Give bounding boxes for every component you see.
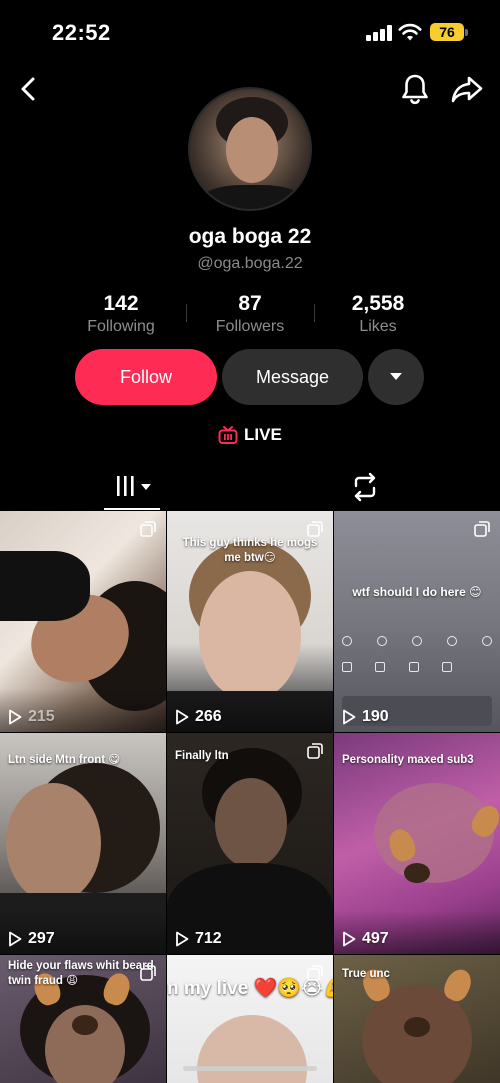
bell-icon[interactable] xyxy=(400,72,430,106)
live-label: LIVE xyxy=(244,425,282,444)
message-button[interactable]: Message xyxy=(222,349,363,405)
view-count: 266 xyxy=(175,708,222,726)
back-button[interactable] xyxy=(14,74,42,104)
display-name: oga boga 22 xyxy=(188,225,312,248)
view-count: 297 xyxy=(8,930,55,948)
view-count-value: 297 xyxy=(28,930,55,947)
video-caption: Personality maxed sub3 xyxy=(342,754,474,766)
tab-videos[interactable] xyxy=(104,464,160,510)
view-count-value: 190 xyxy=(362,708,389,725)
stat-likes-label: Likes xyxy=(359,318,397,335)
status-bar: 22:52 76 xyxy=(0,0,500,66)
multi-photo-icon xyxy=(307,965,323,981)
video-tile[interactable]: This guy thinks he mogs me btw😏 266 xyxy=(167,511,333,732)
avatar-shirt xyxy=(200,185,304,209)
video-tile[interactable]: Personality maxed sub3 497 xyxy=(334,733,500,954)
tile-shirt xyxy=(0,551,90,621)
repost-icon[interactable] xyxy=(350,470,380,504)
play-icon xyxy=(343,709,356,725)
dog-filter-nose xyxy=(404,1017,430,1037)
stat-followers[interactable]: 87 Followers xyxy=(185,292,315,336)
stat-following-label: Following xyxy=(87,318,155,335)
caret-down-icon xyxy=(390,373,402,380)
avatar[interactable] xyxy=(188,87,312,211)
video-caption: Finally ltn xyxy=(175,750,229,762)
dog-filter-nose xyxy=(404,863,430,883)
signal-icon xyxy=(366,25,392,41)
video-tile[interactable]: Ltn side Mtn front 😋 297 xyxy=(0,733,166,954)
home-indicator xyxy=(183,1066,317,1071)
view-count-value: 497 xyxy=(362,930,389,947)
battery-cap xyxy=(465,29,468,36)
view-count: 190 xyxy=(342,708,389,726)
view-count-value: 712 xyxy=(195,930,222,947)
wifi-icon xyxy=(398,23,422,41)
view-count: 712 xyxy=(175,930,222,948)
video-tile[interactable]: True unc xyxy=(334,955,500,1083)
stat-likes-value: 2,558 xyxy=(351,292,405,315)
live-link[interactable]: LIVE xyxy=(218,422,282,448)
video-tile[interactable]: 215 xyxy=(0,511,166,732)
video-caption: True unc xyxy=(342,968,390,980)
avatar-face xyxy=(226,117,278,183)
view-count-value: 266 xyxy=(195,708,222,725)
play-icon xyxy=(9,931,22,947)
multi-photo-icon xyxy=(307,743,323,759)
view-count-value: 215 xyxy=(28,708,55,725)
tile-face xyxy=(199,571,301,701)
view-count: 497 xyxy=(342,930,389,948)
dog-filter-nose xyxy=(72,1015,98,1035)
stat-followers-label: Followers xyxy=(215,318,285,335)
battery-level: 76 xyxy=(430,23,464,41)
play-icon xyxy=(176,709,189,725)
video-caption: Ltn side Mtn front 😋 xyxy=(8,754,121,766)
multi-photo-icon xyxy=(140,521,156,537)
video-tile[interactable]: n my live ❤️🥺😭💪 xyxy=(167,955,333,1083)
tv-icon xyxy=(218,426,238,444)
profile-tabs xyxy=(0,464,500,510)
more-options-button[interactable] xyxy=(368,349,424,405)
tab-indicator xyxy=(104,508,160,510)
tile-face xyxy=(197,1015,307,1083)
video-caption: This guy thinks he mogs me btw😏 xyxy=(182,537,318,564)
share-arrow-icon[interactable] xyxy=(450,74,484,104)
video-tile[interactable]: wtf should I do here 😊 190 xyxy=(334,511,500,732)
play-icon xyxy=(343,931,356,947)
username: @oga.boga.22 xyxy=(197,255,303,272)
video-tile[interactable]: Hide your flaws whit beard twin fraud 😩 xyxy=(0,955,166,1083)
tile-face xyxy=(215,778,287,868)
multi-photo-icon xyxy=(474,521,490,537)
multi-photo-icon xyxy=(140,965,156,981)
play-icon xyxy=(9,709,22,725)
stat-likes[interactable]: 2,558 Likes xyxy=(313,292,443,336)
video-tile[interactable]: Finally ltn 712 xyxy=(167,733,333,954)
play-icon xyxy=(176,931,189,947)
stat-followers-value: 87 xyxy=(238,292,262,315)
grid-bars-icon xyxy=(117,476,151,496)
video-caption: wtf should I do here 😊 xyxy=(352,585,482,599)
view-count: 215 xyxy=(8,708,55,726)
stat-following-value: 142 xyxy=(103,292,139,315)
tile-face xyxy=(6,783,101,903)
multi-photo-icon xyxy=(307,521,323,537)
status-time: 22:52 xyxy=(52,20,111,45)
follow-button[interactable]: Follow xyxy=(75,349,217,405)
stat-following[interactable]: 142 Following xyxy=(56,292,186,336)
video-caption: Hide your flaws whit beard twin fraud 😩 xyxy=(8,960,154,987)
